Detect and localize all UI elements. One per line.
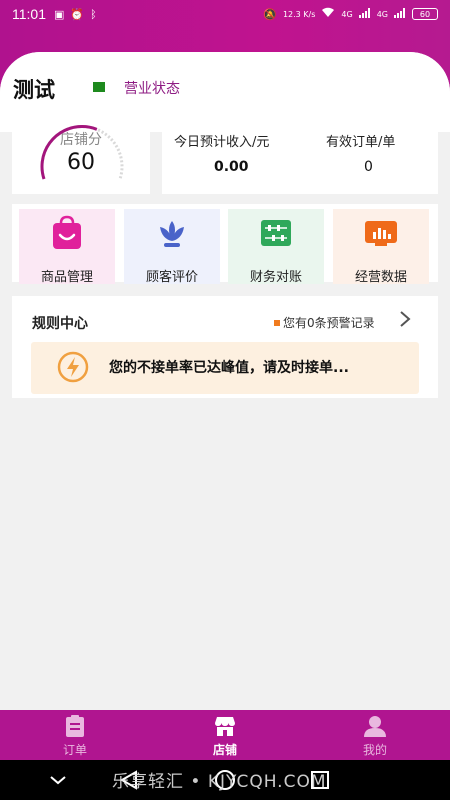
chevron-right-icon[interactable]	[398, 310, 412, 333]
business-status-indicator	[93, 82, 105, 92]
status-bar: 11:01 ▣ ⏰ ᛒ 🔕 12.3 K/s 4G 4G 60	[0, 0, 450, 28]
action-business-data[interactable]: 经营数据	[333, 209, 429, 285]
tab-orders[interactable]: 订单	[0, 710, 150, 760]
action-label: 财务对账	[249, 270, 302, 285]
bottom-tab-bar: 订单 店铺 我的	[0, 710, 450, 760]
mute-icon: 🔕	[263, 7, 277, 21]
order-warning-alert[interactable]: 您的不接单率已达峰值，请及时接单...	[31, 342, 419, 394]
alert-text: 您的不接单率已达峰值，请及时接单...	[109, 360, 349, 376]
warning-marker	[274, 319, 280, 326]
store-score-label: 店铺分	[60, 132, 102, 148]
warning-records-text: 您有0条预警记录	[283, 316, 375, 330]
rules-title: 规则中心	[32, 316, 88, 332]
tab-label: 我的	[362, 743, 387, 757]
tab-label: 店铺	[212, 743, 237, 757]
store-score-card[interactable]: 店铺分 60	[12, 112, 150, 194]
action-product-management[interactable]: 商品管理	[19, 209, 115, 285]
income-value: 0.00	[214, 159, 249, 175]
action-label: 商品管理	[40, 270, 93, 285]
signal-label-b: 4G	[376, 9, 388, 19]
lotus-icon	[160, 221, 184, 247]
signal-icon-a	[358, 7, 371, 21]
orders-label: 有效订单/单	[326, 135, 396, 150]
rules-center: 规则中心 您有0条预警记录 您的不接单率已达峰值，请及时接单...	[12, 296, 438, 398]
battery-level: 60	[419, 9, 431, 19]
shopping-bag-icon	[53, 215, 81, 249]
clipboard-icon	[66, 715, 84, 737]
status-time: 11:01	[12, 6, 46, 22]
action-finance-reconciliation[interactable]: 财务对账	[228, 209, 324, 285]
chevron-down-icon[interactable]	[44, 766, 72, 794]
watermark: 乐享轻汇 • KJYCQH.COM	[112, 772, 327, 792]
tab-store[interactable]: 店铺	[150, 710, 300, 760]
today-stats-card: 今日预计收入/元 0.00 有效订单/单 0	[162, 112, 438, 194]
wifi-icon	[321, 7, 335, 21]
business-status-label[interactable]: 营业状态	[124, 78, 180, 98]
income-label: 今日预计收入/元	[174, 135, 270, 150]
action-customer-reviews[interactable]: 顾客评价	[124, 209, 220, 285]
signal-icon-b	[394, 7, 406, 21]
quick-actions: 商品管理 顾客评价 财务对账 经营数据	[12, 204, 438, 285]
action-label: 经营数据	[354, 270, 407, 285]
battery-icon: 60	[412, 8, 438, 20]
tab-label: 订单	[62, 743, 87, 757]
network-speed: 12.3 K/s	[282, 9, 316, 19]
signal-label-a: 4G	[341, 9, 353, 19]
abacus-icon	[261, 220, 291, 246]
status-icons: ▣ ⏰ ᛒ	[54, 8, 97, 21]
warning-records-link[interactable]: 您有0条预警记录	[274, 314, 375, 331]
alarm-icon: ⏰	[70, 7, 85, 21]
lightning-icon	[57, 351, 89, 383]
status-right: 🔕 12.3 K/s 4G 4G 60	[263, 7, 438, 21]
user-icon	[364, 716, 386, 737]
bluetooth-icon: ᛒ	[90, 7, 97, 21]
orders-value: 0	[364, 159, 373, 175]
store-score-value: 60	[67, 150, 95, 175]
store-name: 测试	[13, 78, 55, 102]
notification-icon: ▣	[54, 7, 65, 21]
store-icon	[215, 717, 235, 736]
tab-mine[interactable]: 我的	[300, 710, 450, 760]
action-label: 顾客评价	[145, 270, 198, 285]
bar-chart-icon	[365, 221, 397, 246]
